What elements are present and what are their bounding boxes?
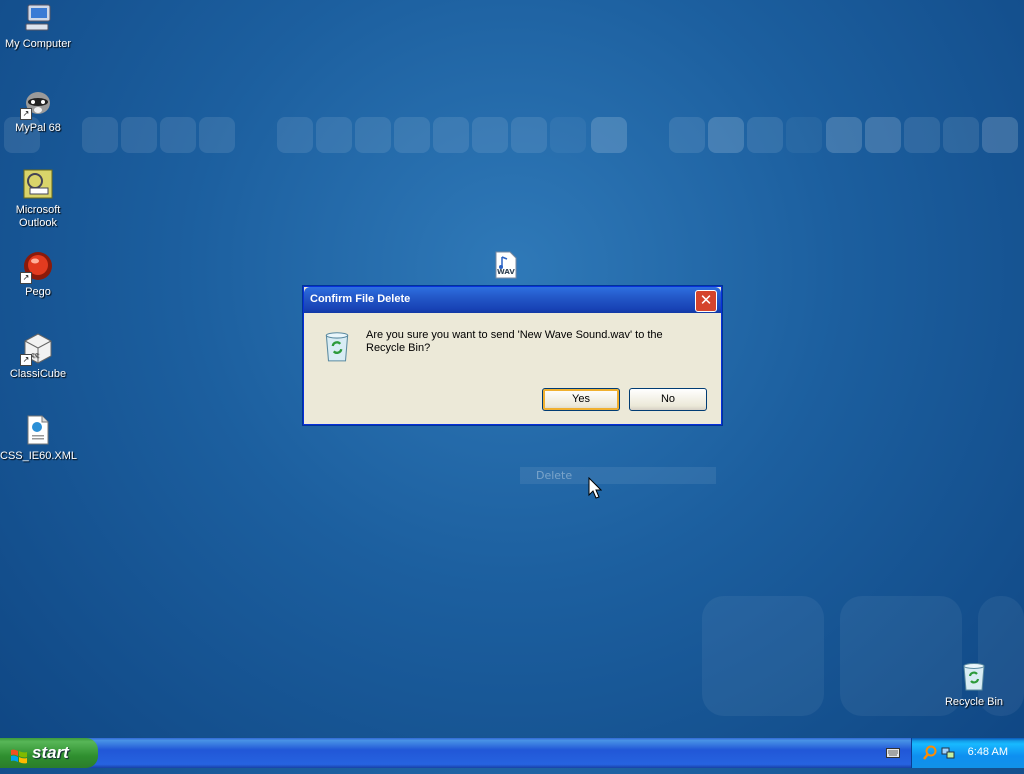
shortcut-arrow-icon: ↗ — [20, 272, 32, 284]
search-tray-icon[interactable] — [922, 745, 938, 761]
recycle-bin-icon — [958, 660, 990, 692]
confirm-delete-dialog: Confirm File Delete ✕ Are you sure you w… — [303, 286, 722, 425]
outlook-icon — [22, 168, 54, 200]
classicube-icon: cc ↗ — [20, 332, 54, 366]
icon-label: Microsoft Outlook — [15, 204, 61, 229]
pego-icon: ↗ — [20, 250, 54, 284]
dialog-titlebar[interactable]: Confirm File Delete ✕ — [304, 287, 721, 313]
system-tray: 6:48 AM — [911, 738, 1024, 768]
shortcut-arrow-icon: ↗ — [20, 108, 32, 120]
desktop-icon-my-computer[interactable]: My Computer — [0, 2, 76, 51]
mypal-icon: ↗ — [20, 86, 54, 120]
clock[interactable]: 6:48 AM — [968, 746, 1008, 758]
icon-label: CSS_IE60.XML — [0, 450, 78, 462]
dialog-title: Confirm File Delete — [310, 293, 411, 305]
no-button[interactable]: No — [629, 388, 707, 411]
icon-label: Recycle Bin — [944, 696, 1004, 708]
keyboard-tray-icon[interactable] — [886, 747, 900, 759]
yes-button[interactable]: Yes — [542, 388, 620, 411]
close-icon: ✕ — [699, 291, 713, 309]
desktop-icon-classicube[interactable]: cc ↗ ClassiCube — [0, 332, 76, 381]
close-button[interactable]: ✕ — [695, 290, 717, 312]
start-button[interactable]: start — [0, 738, 98, 768]
windows-logo-icon — [10, 744, 28, 764]
dialog-message: Are you sure you want to send 'New Wave … — [366, 329, 663, 354]
icon-label: My Computer — [4, 38, 72, 50]
taskbar: start 6:48 AM — [0, 738, 1024, 768]
icon-label: MyPal 68 — [15, 122, 61, 134]
desktop-icon-pego[interactable]: ↗ Pego — [0, 250, 76, 299]
my-computer-icon — [22, 2, 54, 34]
start-label: start — [32, 743, 69, 762]
context-menu-item-delete[interactable]: Delete — [520, 467, 716, 484]
icon-label: ClassiCube — [9, 368, 67, 380]
icon-label: Pego — [25, 286, 51, 298]
desktop-icon-mypal[interactable]: ↗ MyPal 68 — [0, 86, 76, 135]
network-tray-icon[interactable] — [940, 745, 956, 761]
wav-file-icon[interactable]: WAV — [494, 251, 518, 279]
wav-file-badge: WAV — [497, 268, 515, 276]
desktop-icon-xml-file[interactable]: CSS_IE60.XML — [0, 414, 78, 463]
desktop-icon-recycle-bin[interactable]: Recycle Bin — [936, 660, 1012, 709]
xml-file-icon — [22, 414, 54, 446]
shortcut-arrow-icon: ↗ — [20, 354, 32, 366]
recycle-bin-icon — [320, 329, 354, 363]
desktop-icon-outlook[interactable]: Microsoft Outlook — [0, 168, 76, 230]
mouse-cursor-icon — [588, 476, 603, 499]
svg-text:cc: cc — [31, 351, 39, 359]
